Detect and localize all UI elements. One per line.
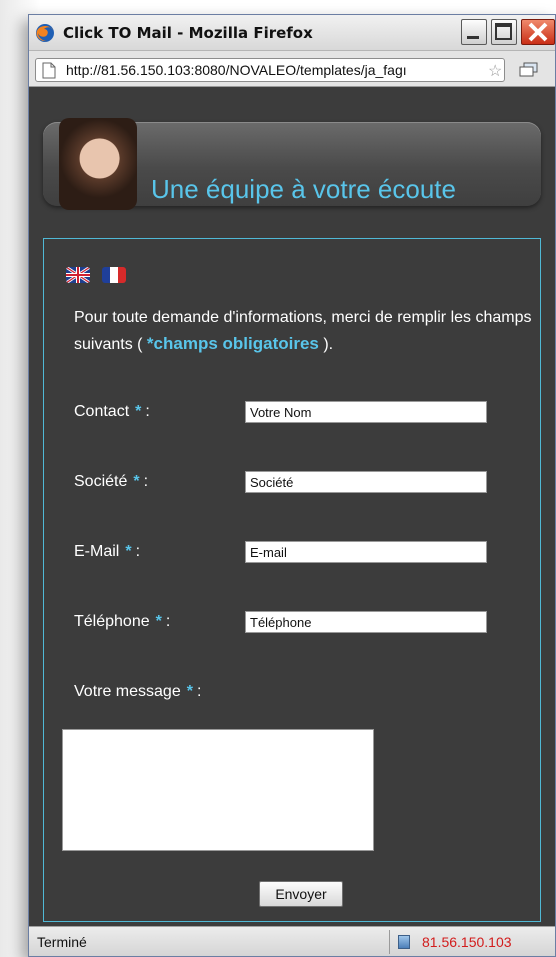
uk-flag-icon[interactable]: [66, 267, 90, 283]
contact-label-text: Contact: [74, 403, 130, 420]
required-star: *: [133, 473, 140, 490]
url-field[interactable]: http://81.56.150.103:8080/NOVALEO/templa…: [35, 58, 505, 82]
close-button[interactable]: [521, 19, 555, 45]
label-colon: :: [165, 613, 171, 630]
message-textarea[interactable]: [62, 729, 374, 851]
send-button[interactable]: Envoyer: [259, 881, 343, 907]
required-star: *: [135, 403, 142, 420]
required-star: *: [155, 613, 162, 630]
status-text: Terminé: [37, 934, 87, 950]
contact-name-input[interactable]: [245, 401, 487, 423]
status-ip-panel: 81.56.150.103: [389, 930, 549, 954]
status-bar: Terminé 81.56.150.103: [29, 926, 555, 956]
label-colon: :: [143, 473, 149, 490]
page-content: Une équipe à votre écoute Pour toute dem…: [29, 88, 555, 926]
email-input[interactable]: [245, 541, 487, 563]
status-ip: 81.56.150.103: [422, 934, 512, 950]
restore-window-icon[interactable]: [519, 62, 539, 78]
contact-form: Pour toute demande d'informations, merci…: [43, 238, 541, 922]
maximize-icon: [495, 23, 512, 40]
label-colon: :: [196, 683, 202, 700]
banner-title: Une équipe à votre écoute: [151, 174, 456, 204]
phone-label-text: Téléphone: [74, 613, 150, 630]
bookmark-star-icon[interactable]: ☆: [488, 61, 502, 81]
page-icon: [42, 62, 56, 79]
window-title: Click TO Mail - Mozilla Firefox: [63, 24, 313, 42]
company-label-text: Société: [74, 473, 128, 490]
url-text: http://81.56.150.103:8080/NOVALEO/templa…: [66, 62, 407, 78]
message-label-text: Votre message: [74, 683, 181, 700]
firefox-icon: [36, 24, 54, 42]
contact-label: Contact *:: [74, 403, 150, 421]
required-fields-note: *champs obligatoires: [146, 334, 319, 353]
france-flag-icon[interactable]: [102, 267, 126, 283]
phone-label: Téléphone *:: [74, 613, 170, 631]
label-colon: :: [135, 543, 141, 560]
form-intro: Pour toute demande d'informations, merci…: [74, 305, 534, 358]
minimize-icon: [467, 36, 479, 39]
required-star: *: [186, 683, 193, 700]
maximize-button[interactable]: [491, 19, 517, 45]
company-input[interactable]: [245, 471, 487, 493]
phone-input[interactable]: [245, 611, 487, 633]
minimize-button[interactable]: [461, 19, 487, 45]
intro-end: ).: [323, 336, 334, 353]
title-bar: Click TO Mail - Mozilla Firefox: [29, 15, 555, 51]
browser-window: Click TO Mail - Mozilla Firefox http://8…: [28, 14, 556, 957]
company-label: Société *:: [74, 473, 148, 491]
email-label-text: E-Mail: [74, 543, 120, 560]
message-label: Votre message *:: [74, 683, 201, 701]
close-icon: [528, 22, 548, 42]
status-page-icon: [398, 935, 410, 949]
label-colon: :: [145, 403, 150, 420]
address-bar: http://81.56.150.103:8080/NOVALEO/templa…: [29, 51, 555, 87]
support-agent-avatar: [59, 118, 137, 210]
email-label: E-Mail *:: [74, 543, 140, 561]
required-star: *: [125, 543, 132, 560]
